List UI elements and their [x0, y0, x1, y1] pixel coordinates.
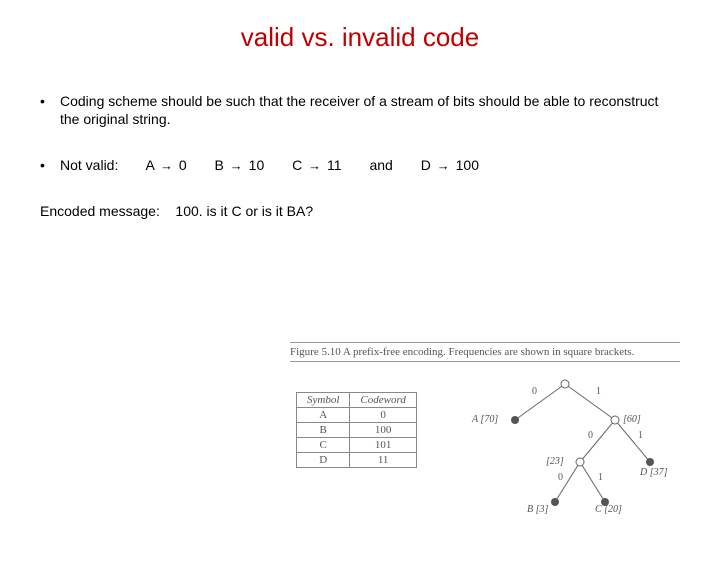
- prefix-tree: 0 1 0 1 0 1 A [70] [60] [23] D [37] B [3…: [460, 372, 670, 522]
- figure-5-10: Figure 5.10 A prefix-free encoding. Freq…: [290, 342, 680, 522]
- table-row: A0: [297, 408, 417, 423]
- edge-label: 1: [638, 430, 643, 441]
- encoded-prefix: Encoded message:: [40, 203, 160, 219]
- bullet-not-valid: Not valid: A → 0 B → 10 C → 11 and: [40, 157, 680, 175]
- not-valid-label: Not valid:: [60, 157, 118, 173]
- leaf-label-a: A [70]: [472, 414, 498, 425]
- table-row: D11: [297, 453, 417, 468]
- slide-title: valid vs. invalid code: [0, 22, 720, 53]
- bullet-intro: Coding scheme should be such that the re…: [40, 93, 680, 129]
- encoded-message-line: Encoded message: 100. is it C or is it B…: [40, 203, 680, 219]
- internal-label-60: [60]: [623, 414, 641, 425]
- arrow-icon: →: [435, 158, 452, 175]
- edge-label: 1: [598, 472, 603, 483]
- tree-svg: [460, 372, 670, 522]
- figure-caption: Figure 5.10 A prefix-free encoding. Freq…: [290, 342, 680, 362]
- arrow-icon: →: [228, 158, 245, 175]
- internal-label-23: [23]: [546, 456, 564, 467]
- mapping-a: A → 0: [145, 157, 190, 173]
- and-label: and: [369, 157, 392, 173]
- codeword-table: Symbol Codeword A0 B100 C101 D11: [296, 392, 417, 468]
- bullet-list: Coding scheme should be such that the re…: [40, 93, 680, 175]
- mapping-c: C → 11: [292, 157, 345, 173]
- edge-label: 0: [532, 386, 537, 397]
- arrow-icon: →: [158, 158, 175, 175]
- leaf-label-d: D [37]: [640, 467, 668, 478]
- edge-label: 0: [558, 472, 563, 483]
- table-row: C101: [297, 438, 417, 453]
- encoded-text: 100. is it C or is it BA?: [175, 203, 313, 219]
- mapping-d: D → 100: [421, 157, 479, 173]
- leaf-label-c: C [20]: [595, 504, 622, 515]
- edge-label: 0: [588, 430, 593, 441]
- arrow-icon: →: [306, 158, 323, 175]
- table-header-row: Symbol Codeword: [297, 393, 417, 408]
- leaf-label-b: B [3]: [527, 504, 548, 515]
- edge-label: 1: [596, 386, 601, 397]
- table-row: B100: [297, 423, 417, 438]
- mapping-b: B → 10: [215, 157, 269, 173]
